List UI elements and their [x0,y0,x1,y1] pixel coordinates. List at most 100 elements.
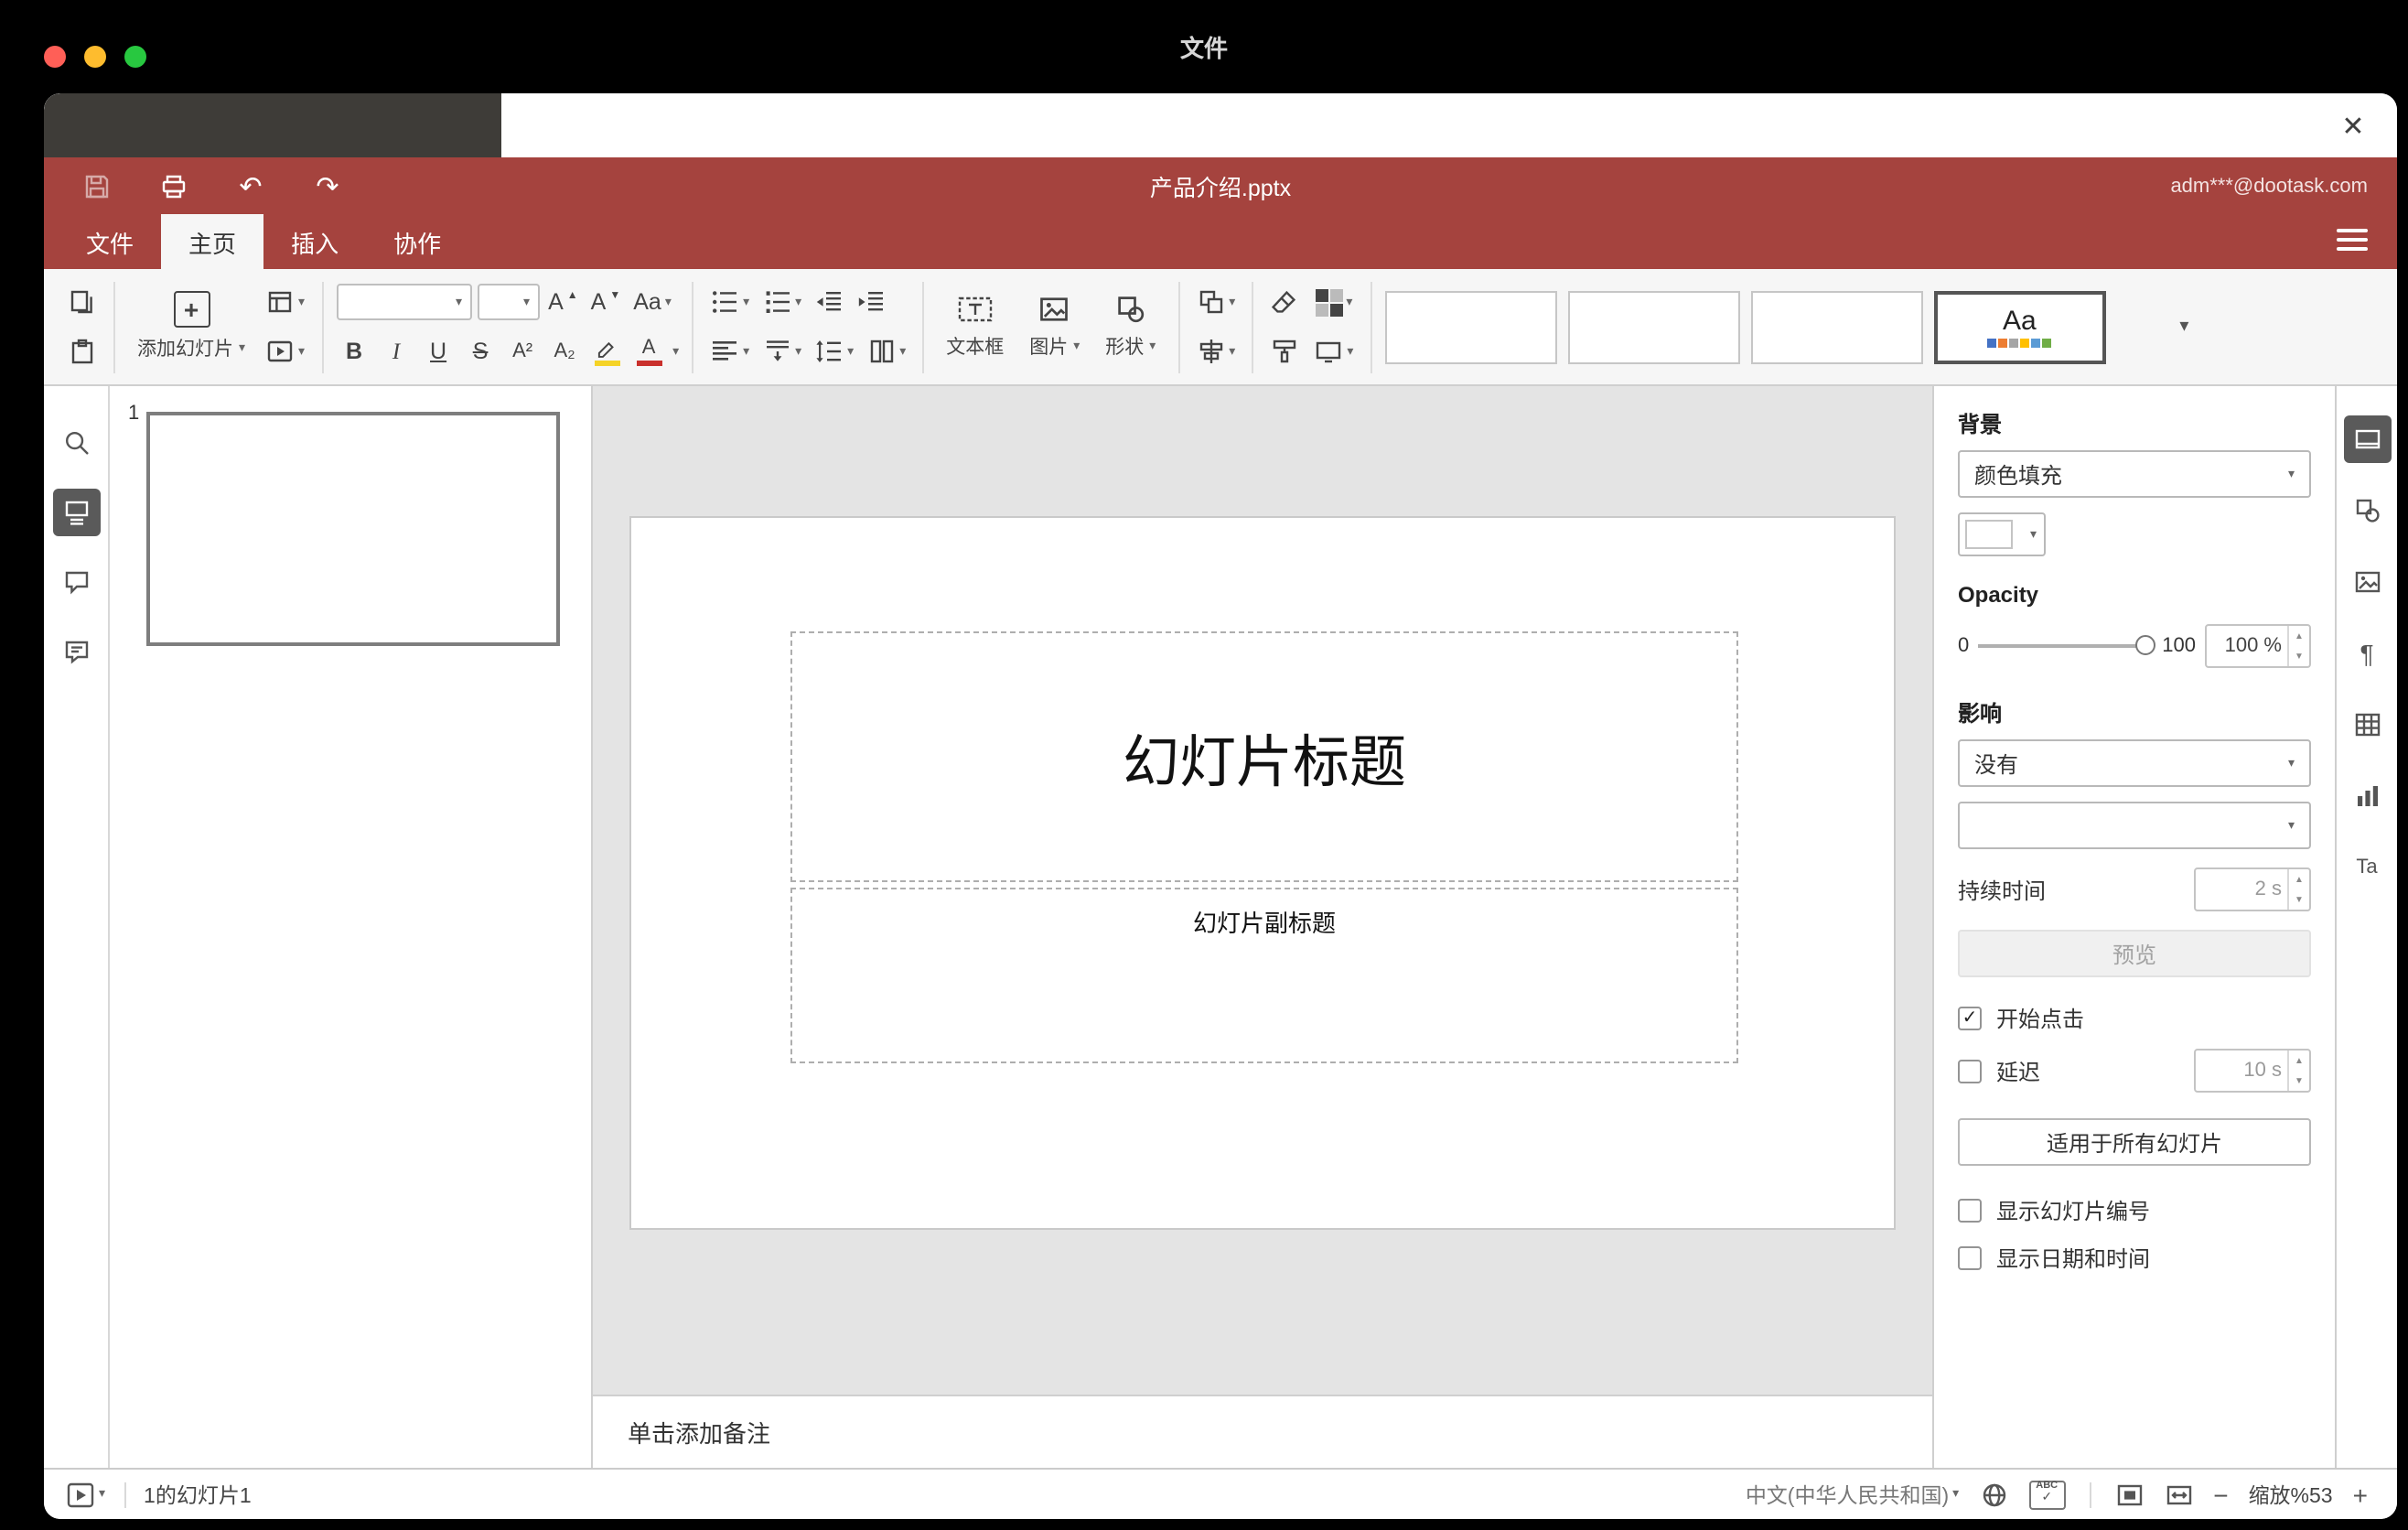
spin-up-icon[interactable]: ▲ [2289,1051,2309,1071]
slide[interactable]: 幻灯片标题 幻灯片副标题 [631,518,1894,1228]
decrease-font-button[interactable]: A ▼ [587,282,625,322]
image-settings-icon[interactable] [2343,558,2391,606]
theme-tile-1[interactable] [1384,290,1557,363]
font-color-button[interactable]: A [630,331,667,372]
save-icon[interactable] [73,164,121,208]
line-spacing-icon[interactable]: ▾ [811,331,857,372]
transition-effect-select[interactable]: 没有 ▾ [1958,739,2311,787]
shape-settings-icon[interactable] [2343,487,2391,534]
start-on-click-checkbox[interactable]: ✓ [1958,1007,1982,1030]
show-slide-number-checkbox[interactable] [1958,1199,1982,1223]
theme-tile-selected[interactable]: Aa [1933,290,2106,363]
opacity-slider-handle[interactable] [2134,635,2155,655]
title-placeholder[interactable]: 幻灯片标题 [790,631,1738,882]
align-text-icon[interactable]: ▾ [706,331,753,372]
show-date-time-row[interactable]: 显示日期和时间 [1958,1243,2311,1274]
paragraph-settings-icon[interactable]: ¶ [2343,630,2391,677]
columns-icon[interactable]: ▾ [863,331,909,372]
spellcheck-icon[interactable]: ABC ✓ [2028,1480,2066,1509]
duration-input[interactable]: 2 s ▲ ▼ [2194,867,2311,911]
spin-up-icon[interactable]: ▲ [2289,626,2309,646]
chat-icon[interactable] [52,628,100,675]
start-slideshow-status-icon[interactable]: ▾ [66,1480,105,1509]
spin-down-icon[interactable]: ▼ [2289,889,2309,910]
undo-icon[interactable]: ↶ [227,164,274,208]
subtitle-placeholder[interactable]: 幻灯片副标题 [790,888,1738,1063]
zoom-out-icon[interactable]: − [2213,1480,2228,1509]
clear-style-icon[interactable] [1266,282,1303,322]
comments-icon[interactable] [52,558,100,606]
delay-input[interactable]: 10 s ▲ ▼ [2194,1049,2311,1093]
chart-settings-icon[interactable] [2343,772,2391,820]
numbered-list-icon[interactable]: ▾ [758,282,805,322]
color-scheme-icon[interactable]: ▾ [1310,282,1357,322]
opacity-slider[interactable] [1978,635,2155,655]
table-settings-icon[interactable] [2343,701,2391,749]
font-size-select[interactable]: ▾ [477,284,540,320]
textart-settings-icon[interactable]: Ta [2343,844,2391,891]
redo-icon[interactable]: ↷ [304,164,351,208]
set-language-icon[interactable] [1979,1480,2008,1509]
highlight-color-button[interactable] [588,331,625,372]
transition-variant-select[interactable]: ▾ [1958,802,2311,849]
start-on-click-row[interactable]: ✓ 开始点击 [1958,1003,2311,1034]
fit-width-icon[interactable] [2164,1480,2193,1509]
slide-size-icon[interactable]: ▾ [1310,331,1357,372]
bold-button[interactable]: B [336,331,372,372]
language-select[interactable]: 中文(中华人民共和国) ▾ [1746,1480,1959,1509]
delay-row[interactable]: 延迟 [1958,1055,2040,1086]
tab-file[interactable]: 文件 [59,214,161,269]
more-themes-icon[interactable]: ▾ [2164,290,2204,363]
start-slideshow-button[interactable]: ▾ [262,331,308,372]
spin-down-icon[interactable]: ▼ [2289,646,2309,666]
tab-home[interactable]: 主页 [161,214,264,269]
subscript-button[interactable]: A₂ [546,331,583,372]
zoom-in-icon[interactable]: + [2353,1480,2368,1509]
increase-indent-icon[interactable] [853,282,889,322]
slide-layout-button[interactable]: ▾ [262,282,308,322]
slides-panel-icon[interactable] [52,489,100,536]
insert-shape-button[interactable]: 形状 ▾ [1096,277,1165,376]
slide-thumbnail-1[interactable] [146,412,560,646]
notes-area[interactable]: 单击添加备注 [593,1395,1932,1468]
change-case-button[interactable]: Aa ▾ [629,282,675,322]
decrease-indent-icon[interactable] [811,282,847,322]
opacity-input[interactable]: 100 % ▲ ▼ [2205,624,2311,668]
add-slide-button[interactable]: + 添加幻灯片 ▾ [128,277,254,376]
delay-checkbox[interactable] [1958,1059,1982,1083]
theme-tile-2[interactable] [1567,290,1740,363]
spin-down-icon[interactable]: ▼ [2289,1071,2309,1091]
fit-slide-icon[interactable] [2114,1480,2144,1509]
close-icon[interactable]: ✕ [2333,106,2373,146]
increase-font-button[interactable]: A ▲ [544,282,582,322]
tab-insert[interactable]: 插入 [263,214,366,269]
show-slide-number-row[interactable]: 显示幻灯片编号 [1958,1195,2311,1226]
apply-to-all-slides-button[interactable]: 适用于所有幻灯片 [1958,1118,2311,1166]
underline-button[interactable]: U [420,331,457,372]
align-shapes-icon[interactable]: ▾ [1192,331,1239,372]
preview-button[interactable]: 预览 [1958,930,2311,977]
print-icon[interactable] [150,164,198,208]
background-color-select[interactable]: ▾ [1958,512,2046,556]
slide-canvas[interactable]: 幻灯片标题 幻灯片副标题 [593,386,1932,1395]
copy-style-icon[interactable] [1266,331,1303,372]
insert-image-button[interactable]: 图片 ▾ [1020,277,1089,376]
arrange-shapes-icon[interactable]: ▾ [1192,282,1239,322]
bullet-list-icon[interactable]: ▾ [706,282,753,322]
show-date-time-checkbox[interactable] [1958,1246,1982,1270]
insert-textbox-button[interactable]: 文本框 [937,277,1013,376]
superscript-button[interactable]: A² [504,331,541,372]
background-fill-select[interactable]: 颜色填充 ▾ [1958,450,2311,498]
spin-up-icon[interactable]: ▲ [2289,869,2309,889]
search-icon[interactable] [52,419,100,467]
tab-collaboration[interactable]: 协作 [366,214,468,269]
vertical-align-icon[interactable]: ▾ [758,331,805,372]
paste-icon[interactable] [64,331,101,372]
copy-icon[interactable] [64,282,101,322]
italic-button[interactable]: I [378,331,414,372]
strikethrough-button[interactable]: S [462,331,499,372]
font-name-select[interactable]: ▾ [336,284,472,320]
theme-tile-3[interactable] [1750,290,1923,363]
slide-settings-icon[interactable] [2343,415,2391,463]
menu-icon[interactable] [2337,229,2368,251]
